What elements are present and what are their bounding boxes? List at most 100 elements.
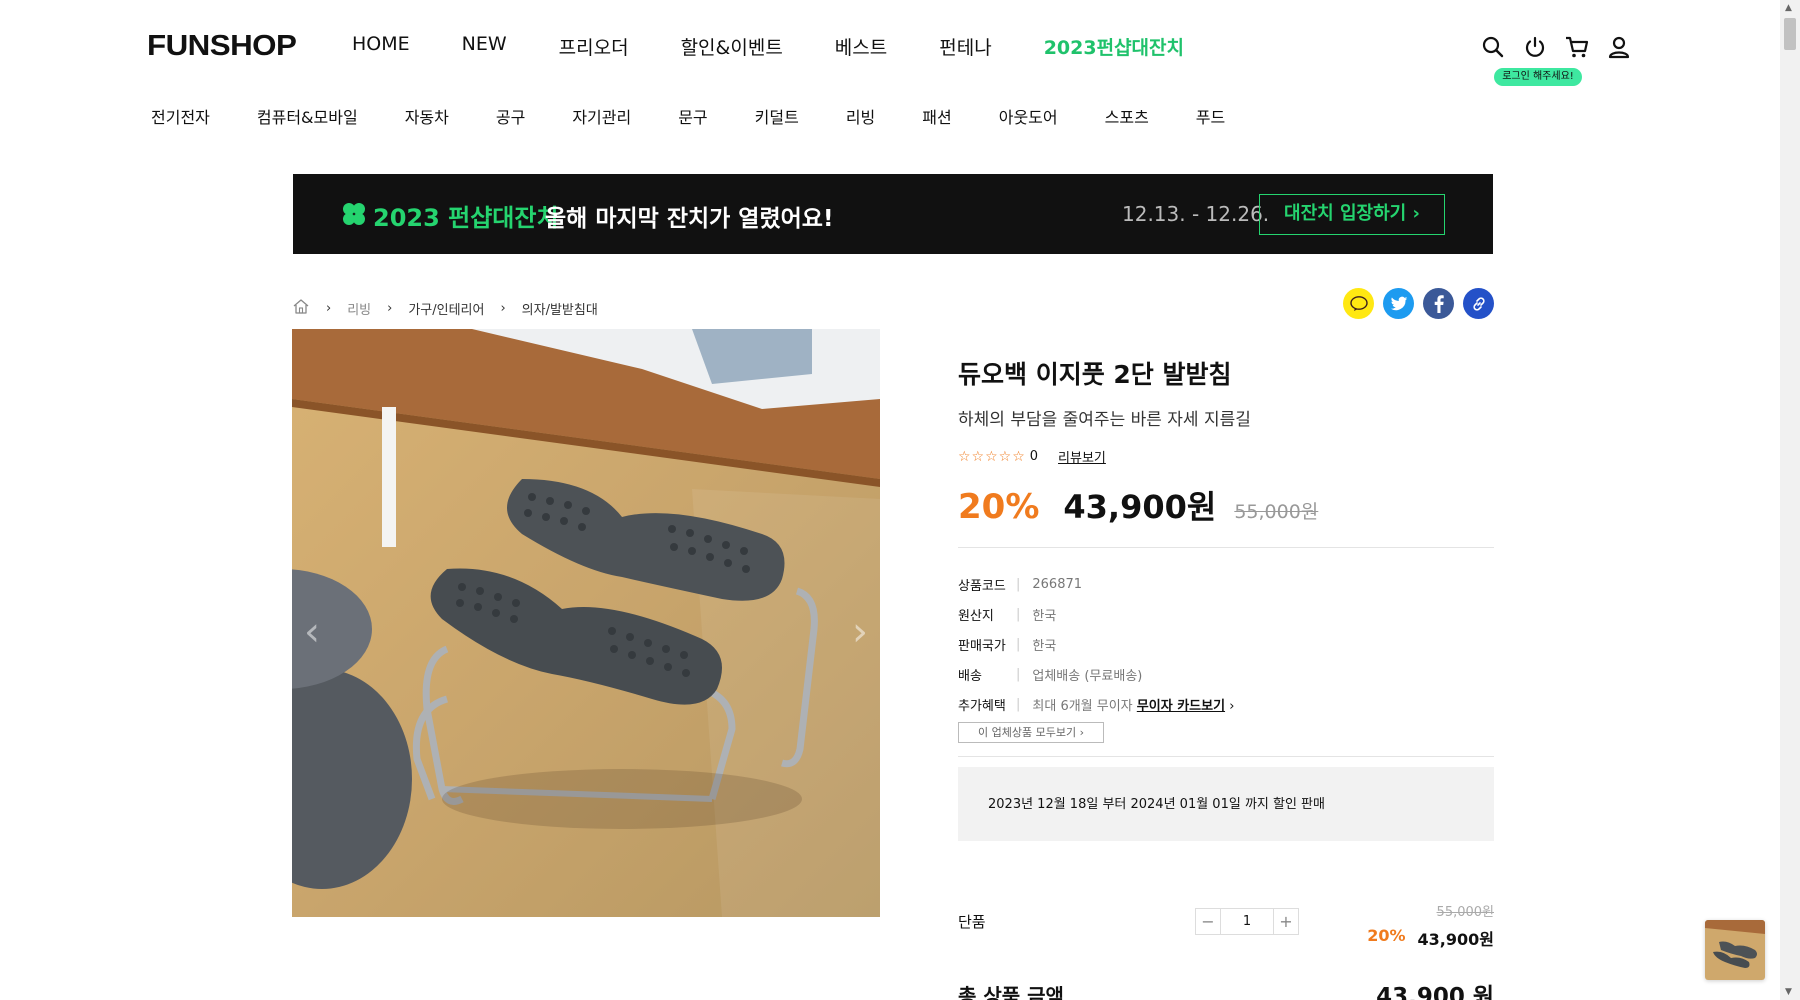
facebook-share-icon[interactable] (1423, 288, 1454, 319)
main-navigation: HOME NEW 프리오더 할인&이벤트 베스트 펀테나 2023펀샵대잔치 (352, 33, 1236, 60)
chevron-right-icon: › (500, 300, 506, 316)
nav-sale-event[interactable]: 할인&이벤트 (681, 33, 783, 60)
card-benefit-link[interactable]: 무이자 카드보기 (1137, 699, 1225, 714)
banner-date: 12.13. - 12.26. (1122, 202, 1270, 226)
meta-value: 최대 6개월 무이자 무이자 카드보기 › (1032, 695, 1234, 714)
category-outdoor[interactable]: 아웃도어 (999, 104, 1058, 128)
meta-separator: | (1016, 666, 1021, 682)
option-original-price: 55,000원 (1436, 905, 1494, 920)
category-kidult[interactable]: 키덜트 (755, 104, 799, 128)
review-link[interactable]: 리뷰보기 (1058, 447, 1106, 466)
scroll-down-arrow-icon[interactable]: ▼ (1785, 987, 1792, 997)
nav-best[interactable]: 베스트 (835, 33, 887, 60)
review-count: 0 (1029, 449, 1039, 464)
product-meta: 상품코드 | 266871 원산지 | 한국 판매국가 | 한국 배송 | 업체… (958, 569, 1234, 719)
recent-viewed-thumbnail[interactable] (1705, 920, 1765, 980)
nav-home[interactable]: HOME (352, 33, 410, 60)
meta-key: 판매국가 (958, 638, 1006, 654)
category-navigation: 전기전자 컴퓨터&모바일 자동차 공구 자기관리 문구 키덜트 리빙 패션 아웃… (151, 104, 1225, 128)
chevron-right-icon: › (1412, 203, 1420, 224)
nav-funtenna[interactable]: 펀테나 (939, 33, 991, 60)
original-price: 55,000원 (1234, 501, 1319, 523)
share-buttons (1343, 288, 1494, 319)
category-fashion[interactable]: 패션 (922, 104, 951, 128)
quantity-stepper: − 1 + (1195, 908, 1299, 935)
page-scrollbar[interactable]: ▲ ▼ (1780, 0, 1800, 1000)
meta-value: 업체배송 (무료배송) (1032, 668, 1143, 684)
next-image-arrow-icon[interactable]: › (852, 609, 868, 655)
meta-separator: | (1016, 576, 1021, 592)
meta-key: 원산지 (958, 608, 994, 624)
nav-preorder[interactable]: 프리오더 (559, 33, 629, 60)
clover-icon (341, 201, 367, 231)
home-icon[interactable] (292, 298, 310, 318)
sale-notice: 2023년 12월 18일 부터 2024년 01월 01일 까지 할인 판매 (958, 767, 1494, 841)
kakaotalk-share-icon[interactable] (1343, 288, 1374, 319)
category-tools[interactable]: 공구 (496, 104, 525, 128)
meta-key: 배송 (958, 668, 982, 684)
star-rating-icon: ☆☆☆☆☆ (958, 448, 1026, 465)
enter-festival-label: 대잔치 입장하기 (1284, 203, 1407, 224)
category-electronics[interactable]: 전기전자 (151, 104, 210, 128)
category-food[interactable]: 푸드 (1196, 104, 1225, 128)
category-self-care[interactable]: 자기관리 (572, 104, 631, 128)
breadcrumb-chair-footrest[interactable]: 의자/발받침대 (522, 299, 598, 318)
nav-new[interactable]: NEW (462, 33, 507, 60)
meta-row-benefit: 추가혜택 | 최대 6개월 무이자 무이자 카드보기 › (958, 689, 1234, 719)
product-image[interactable]: ‹ › (292, 329, 880, 917)
category-living[interactable]: 리빙 (846, 104, 875, 128)
category-stationery[interactable]: 문구 (678, 104, 707, 128)
enter-festival-button[interactable]: 대잔치 입장하기 › (1259, 194, 1445, 235)
category-sports[interactable]: 스포츠 (1105, 104, 1149, 128)
user-icon[interactable] (1606, 34, 1632, 60)
increase-quantity-button[interactable]: + (1273, 908, 1299, 935)
link-copy-icon[interactable] (1463, 288, 1494, 319)
festival-banner[interactable]: 2023 펀샵대잔치 올해 마지막 잔치가 열렸어요! 12.13. - 12.… (293, 174, 1493, 254)
total-value: 43,900 원 (1376, 984, 1494, 1000)
meta-row-shipping: 배송 | 업체배송 (무료배송) (958, 659, 1234, 689)
meta-row-code: 상품코드 | 266871 (958, 569, 1234, 599)
breadcrumb-furniture[interactable]: 가구/인테리어 (408, 299, 484, 318)
prev-image-arrow-icon[interactable]: ‹ (304, 609, 320, 655)
benefit-text: 최대 6개월 무이자 (1032, 698, 1133, 714)
option-price: 20% 43,900원 (1367, 926, 1494, 950)
category-computer-mobile[interactable]: 컴퓨터&모바일 (257, 104, 358, 128)
meta-row-country: 판매국가 | 한국 (958, 629, 1234, 659)
option-label: 단품 (958, 913, 986, 931)
funshop-logo[interactable]: FUNSHOP (147, 30, 297, 63)
discount-rate: 20% (958, 487, 1040, 527)
sale-price: 43,900원 (1063, 488, 1217, 526)
quantity-input[interactable]: 1 (1221, 908, 1273, 935)
power-icon[interactable] (1522, 34, 1548, 60)
cart-icon[interactable] (1564, 34, 1590, 60)
login-tooltip: 로그인 해주세요! (1494, 68, 1582, 86)
chevron-right-icon: › (1229, 698, 1235, 714)
breadcrumb-living[interactable]: 리빙 (347, 299, 371, 318)
nav-festival[interactable]: 2023펀샵대잔치 (1044, 33, 1184, 60)
banner-title: 2023 펀샵대잔치 (373, 204, 559, 232)
meta-value: 266871 (1032, 576, 1083, 592)
price-row: 20% 43,900원 55,000원 (958, 482, 1318, 528)
search-icon[interactable] (1480, 34, 1506, 60)
breadcrumb: › 리빙 › 가구/인테리어 › 의자/발받침대 (292, 298, 598, 318)
category-car[interactable]: 자동차 (405, 104, 449, 128)
product-description: 하체의 부담을 줄여주는 바른 자세 지름길 (958, 410, 1251, 430)
divider (958, 547, 1494, 548)
decrease-quantity-button[interactable]: − (1195, 908, 1221, 935)
chevron-right-icon: › (1079, 726, 1084, 739)
divider (958, 756, 1494, 757)
rating: ☆☆☆☆☆ 0 리뷰보기 (958, 447, 1106, 467)
twitter-share-icon[interactable] (1383, 288, 1414, 319)
header-utilities (1480, 34, 1632, 60)
meta-key: 상품코드 (958, 578, 1006, 594)
all-vendor-products-label: 이 업체상품 모두보기 (978, 726, 1077, 739)
all-vendor-products-button[interactable]: 이 업체상품 모두보기 › (958, 722, 1104, 743)
meta-row-origin: 원산지 | 한국 (958, 599, 1234, 629)
scrollbar-thumb[interactable] (1784, 18, 1796, 50)
meta-value: 한국 (1032, 638, 1057, 654)
scroll-up-arrow-icon[interactable]: ▲ (1785, 3, 1792, 13)
meta-separator: | (1016, 636, 1021, 652)
chevron-right-icon: › (387, 300, 393, 316)
total-label: 총 상품 금액 (958, 984, 1064, 1000)
product-name: 듀오백 이지풋 2단 발받침 (958, 360, 1232, 389)
